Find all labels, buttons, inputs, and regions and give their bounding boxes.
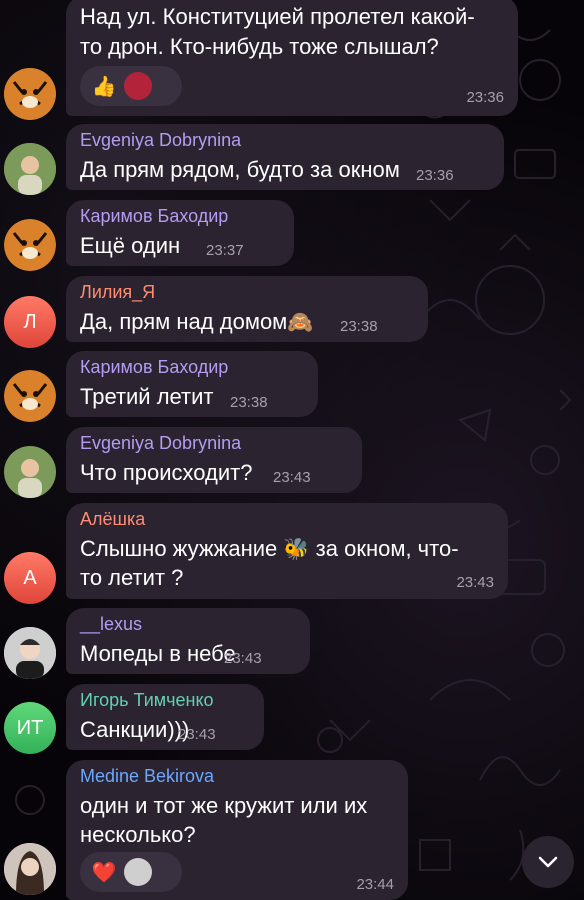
message-time: 23:38 [230,394,268,411]
message-time: 23:43 [178,726,216,743]
reactions[interactable]: 👍 [80,66,182,106]
sender-name[interactable]: __lexus [80,614,142,635]
message-time: 23:37 [206,242,244,259]
person-photo-icon [4,143,56,195]
avatar[interactable]: ИТ [4,702,56,754]
message-text: Над ул. Конституцией пролетел какой- [80,4,475,29]
message-bubble[interactable]: Evgeniya Dobrynina Да прям рядом, будто … [66,124,504,190]
avatar[interactable] [4,446,56,498]
bee-icon: 🐝 [283,538,310,561]
message-bubble[interactable]: __lexus Мопеды в небе 23:43 [66,608,310,674]
avatar[interactable] [4,843,56,895]
reactions[interactable]: ❤️ [80,852,182,892]
avatar[interactable] [4,68,56,120]
message-text: Да, прям над домом🙈 [80,307,313,337]
message-text: Санкции))) [80,717,190,742]
avatar[interactable] [4,370,56,422]
tiger-icon [4,219,56,271]
avatar[interactable]: А [4,552,56,604]
see-no-evil-monkey-icon: 🙈 [287,311,314,334]
message-text: Что происходит? [80,460,253,485]
message-time: 23:43 [273,469,311,486]
sender-name[interactable]: Игорь Тимченко [80,690,214,711]
sender-name[interactable]: Medine Bekirova [80,766,214,787]
message-time: 23:44 [356,876,394,893]
sender-name[interactable]: Evgeniya Dobrynina [80,433,241,454]
chevron-down-icon [538,856,558,868]
reactor-avatar [124,858,152,886]
avatar-initial: ИТ [16,716,44,739]
thumbs-up-icon: 👍 [91,75,117,98]
avatar[interactable]: Л [4,296,56,348]
scroll-down-button[interactable] [522,836,574,888]
reactor-avatar [124,72,152,100]
sender-name[interactable]: Каримов Баходир [80,206,228,227]
message-time: 23:38 [340,318,378,335]
message-bubble[interactable]: Каримов Баходир Ещё один 23:37 [66,200,294,266]
message-time: 23:36 [466,89,504,106]
message-text-content: Слышно жужжание [80,536,278,561]
avatar[interactable] [4,143,56,195]
avatar-initial: Л [23,310,37,333]
tiger-icon [4,68,56,120]
message-bubble[interactable]: Evgeniya Dobrynina Что происходит? 23:43 [66,427,362,493]
message-time: 23:36 [416,167,454,184]
message-text: Мопеды в небе [80,641,236,666]
message-bubble[interactable]: Над ул. Конституцией пролетел какой- то … [66,0,518,116]
person-photo-icon [4,446,56,498]
sender-name[interactable]: Evgeniya Dobrynina [80,130,241,151]
person-photo-icon [4,627,56,679]
tiger-icon [4,370,56,422]
message-time: 23:43 [456,574,494,591]
heart-icon: ❤️ [91,861,117,884]
message-bubble[interactable]: Лилия_Я Да, прям над домом🙈 23:38 [66,276,428,342]
message-time: 23:43 [224,650,262,667]
person-photo-icon [4,843,56,895]
sender-name[interactable]: Каримов Баходир [80,357,228,378]
avatar-initial: А [23,566,37,589]
message-bubble[interactable]: Игорь Тимченко Санкции))) 23:43 [66,684,264,750]
sender-name[interactable]: Алёшка [80,509,145,530]
message-text: Третий летит [80,384,214,409]
message-text: несколько? [80,822,196,847]
avatar[interactable] [4,627,56,679]
message-text: Да прям рядом, будто за окном [80,157,400,182]
avatar[interactable] [4,219,56,271]
message-text: один и тот же кружит или их [80,793,368,818]
message-text-content: Да, прям над домом [80,309,288,334]
message-text: Слышно жужжание 🐝 за окном, что- [80,534,459,564]
message-bubble[interactable]: Алёшка Слышно жужжание 🐝 за окном, что- … [66,503,508,599]
sender-name[interactable]: Лилия_Я [80,282,155,303]
message-text: Ещё один [80,233,181,258]
message-text-content: за окном, что- [315,536,459,561]
message-text: то летит ? [80,565,184,590]
message-bubble[interactable]: Medine Bekirova один и тот же кружит или… [66,760,408,900]
message-text: то дрон. Кто-нибудь тоже слышал? [80,34,439,59]
message-bubble[interactable]: Каримов Баходир Третий летит 23:38 [66,351,318,417]
